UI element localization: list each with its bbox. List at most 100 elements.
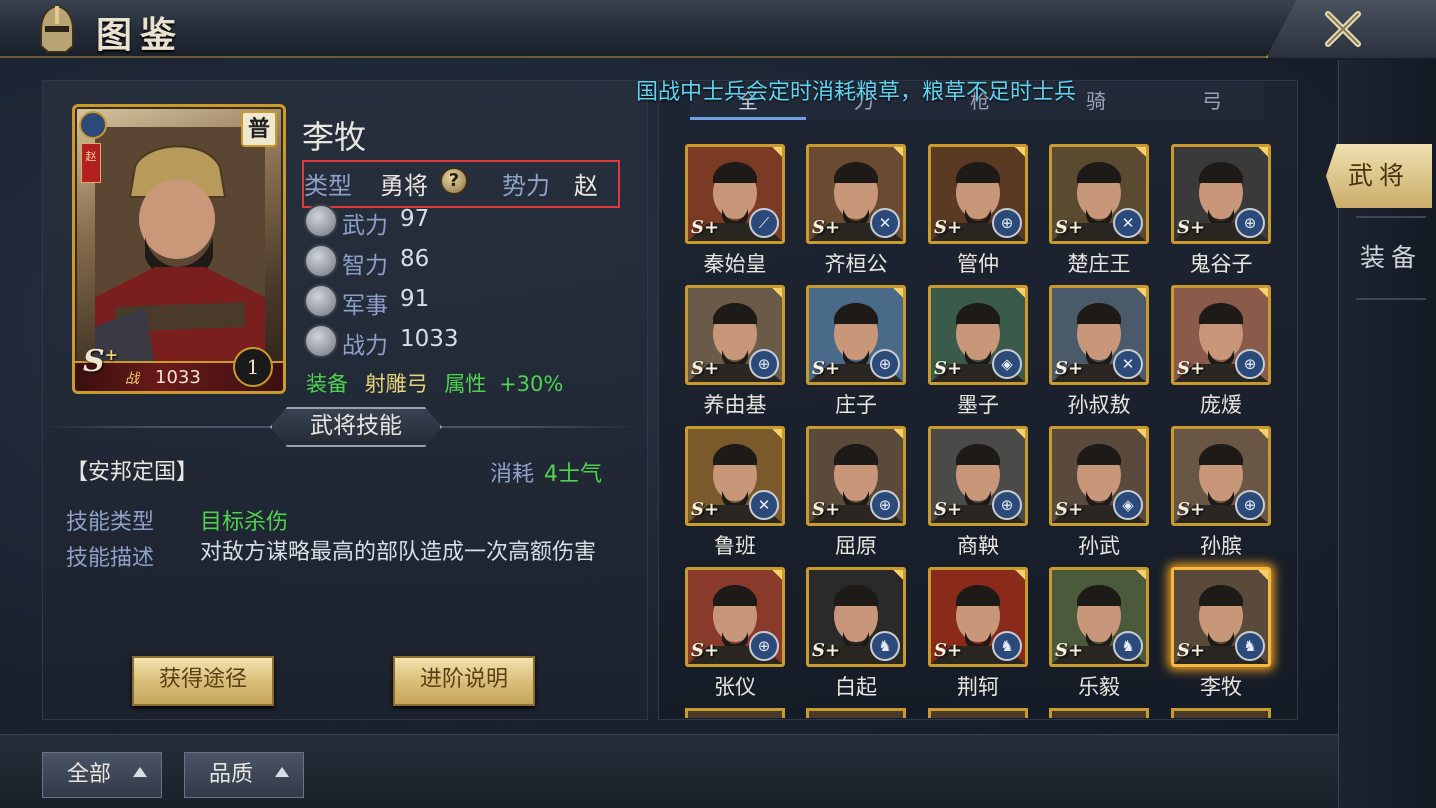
hero-name-label: 鲁班 [714, 534, 756, 558]
hero-portrait-frame: S+ ⊕ [928, 144, 1028, 244]
hero-cell[interactable]: S+ ♞ 李牧 [1171, 567, 1271, 703]
type-label: 类型 [304, 172, 352, 200]
corner-ornament [1257, 147, 1268, 158]
hero-cell[interactable]: S+ ◈ 孙武 [1049, 426, 1149, 562]
close-icon[interactable] [1320, 6, 1366, 52]
hero-cell[interactable]: S+ ⊕ 养由基 [685, 285, 785, 421]
target-icon: ⊕ [992, 208, 1022, 238]
corner-ornament [1135, 429, 1146, 440]
hero-cell[interactable]: S+ ⊕ 张仪 [685, 567, 785, 703]
hero-cell[interactable]: S+ ⊕ 鬼谷子 [1171, 144, 1271, 280]
hero-portrait-frame: S+ ⊕ [685, 285, 785, 385]
hero-name-label: 孙叔敖 [1067, 393, 1131, 417]
stat-label: 战力 [342, 333, 388, 359]
hero-cell[interactable]: S+ ⊕ 屈原 [806, 426, 906, 562]
filter-all-label: 全部 [67, 762, 112, 787]
hero-cell[interactable]: S+ ♞ 荆轲 [928, 567, 1028, 703]
hero-name-label: 屈原 [835, 534, 877, 558]
war-icon [304, 284, 338, 318]
corner-ornament [892, 570, 903, 581]
rank-badge: S+ [1177, 358, 1206, 379]
rank-badge: S+ [934, 358, 963, 379]
rank-badge: S+ [691, 640, 720, 661]
horse-type-icon [79, 111, 107, 139]
faction-value: 赵 [574, 172, 598, 200]
tab-equipment[interactable]: 装备 [1338, 226, 1436, 290]
corner-ornament [1257, 429, 1268, 440]
hero-cell[interactable]: S+ ⊕ 管仲 [928, 144, 1028, 280]
blade-icon: ✕ [870, 208, 900, 238]
level-badge: 1 [233, 347, 273, 387]
close-area [1266, 0, 1436, 58]
hero-cell[interactable]: S+ ✕ 鲁班 [685, 426, 785, 562]
corner-ornament [771, 147, 782, 158]
hero-portrait-frame: S+ ⊕ [685, 567, 785, 667]
corner-ornament [1014, 429, 1025, 440]
rank-badge: S+ [1055, 499, 1084, 520]
equip-label: 装备 [306, 372, 348, 396]
hero-cell[interactable]: S+ ✕ 齐桓公 [806, 144, 906, 280]
hero-cell[interactable]: S+ ♞ 白起 [806, 567, 906, 703]
hero-cell[interactable]: S+ ✕ 楚庄王 [1049, 144, 1149, 280]
help-icon[interactable]: ? [440, 167, 468, 195]
hero-card: 普 赵 战 1033 S+ 1 [72, 104, 286, 394]
stat-value: 91 [400, 286, 430, 312]
rank-badge: S+ [1177, 499, 1206, 520]
filter-quality-button[interactable]: 品质 [184, 752, 304, 798]
hero-name-label: 庄子 [835, 393, 877, 417]
target-icon: ⊕ [1235, 208, 1265, 238]
rank-badge: S+ [691, 358, 720, 379]
hero-portrait-frame: S+ ⊕ [806, 285, 906, 385]
rank-badge: S+ [1177, 640, 1206, 661]
hero-cell[interactable]: S+ ♞ 乐毅 [1049, 567, 1149, 703]
hero-cell[interactable]: S+ ⊕ 孙膑 [1171, 426, 1271, 562]
hero-cell[interactable]: S+ ⊕ 庞煖 [1171, 285, 1271, 421]
type-faction-row: 类型 勇将 ? 势力 赵 [302, 160, 620, 208]
advance-button[interactable]: 进阶说明 [393, 656, 535, 706]
target-icon: ⊕ [749, 631, 779, 661]
rank-badge: S+ [1055, 640, 1084, 661]
skill-desc-label: 技能描述 [66, 546, 155, 571]
shield-icon: ◈ [992, 349, 1022, 379]
target-icon: ⊕ [870, 490, 900, 520]
partial-card [1171, 708, 1271, 718]
rank-badge: S+ [1177, 217, 1206, 238]
stat-label: 武力 [342, 213, 388, 239]
cost-value: 4士气 [544, 462, 603, 487]
hero-portrait-frame: S+ ◈ [1049, 426, 1149, 526]
helmet-icon [40, 4, 74, 53]
hero-cell[interactable]: S+ ✕ 孙叔敖 [1049, 285, 1149, 421]
filter-all-button[interactable]: 全部 [42, 752, 162, 798]
rank-badge: S+ [812, 499, 841, 520]
type-value: 勇将 [380, 172, 428, 200]
corner-ornament [1135, 288, 1146, 299]
corner-ornament [1014, 288, 1025, 299]
shield-icon: ◈ [1113, 490, 1143, 520]
rank-badge: S+ [83, 344, 118, 379]
hero-name-label: 孙膑 [1200, 534, 1242, 558]
hero-portrait-frame: S+ ♞ [928, 567, 1028, 667]
hero-portrait-frame: S+ ♞ [806, 567, 906, 667]
hero-name-label: 管仲 [957, 252, 999, 276]
faction-flag: 赵 [81, 143, 101, 183]
hero-cell[interactable]: S+ ⊕ 商鞅 [928, 426, 1028, 562]
horse-icon: ♞ [992, 631, 1022, 661]
power-label: 战 [125, 371, 139, 387]
tab-generals[interactable]: 武将 [1326, 144, 1432, 208]
hero-portrait-frame: S+ ⊕ [1171, 144, 1271, 244]
tab-bow[interactable]: 弓 [1154, 82, 1270, 120]
equip-name: 射雕弓 [364, 372, 428, 396]
rank-badge: S+ [812, 358, 841, 379]
obtain-button[interactable]: 获得途径 [132, 656, 274, 706]
spear-icon: ⟋ [749, 208, 779, 238]
horse-icon: ♞ [1235, 631, 1265, 661]
rank-badge: S+ [812, 640, 841, 661]
rank-badge: S+ [1055, 217, 1084, 238]
filter-quality-label: 品质 [209, 762, 254, 787]
hero-cell[interactable]: S+ ◈ 墨子 [928, 285, 1028, 421]
hero-cell[interactable]: S+ ⊕ 庄子 [806, 285, 906, 421]
hero-portrait-frame: S+ ✕ [1049, 285, 1149, 385]
rank-badge: S+ [934, 217, 963, 238]
hero-cell[interactable]: S+ ⟋ 秦始皇 [685, 144, 785, 280]
hero-portrait-frame: S+ ⊕ [1171, 426, 1271, 526]
